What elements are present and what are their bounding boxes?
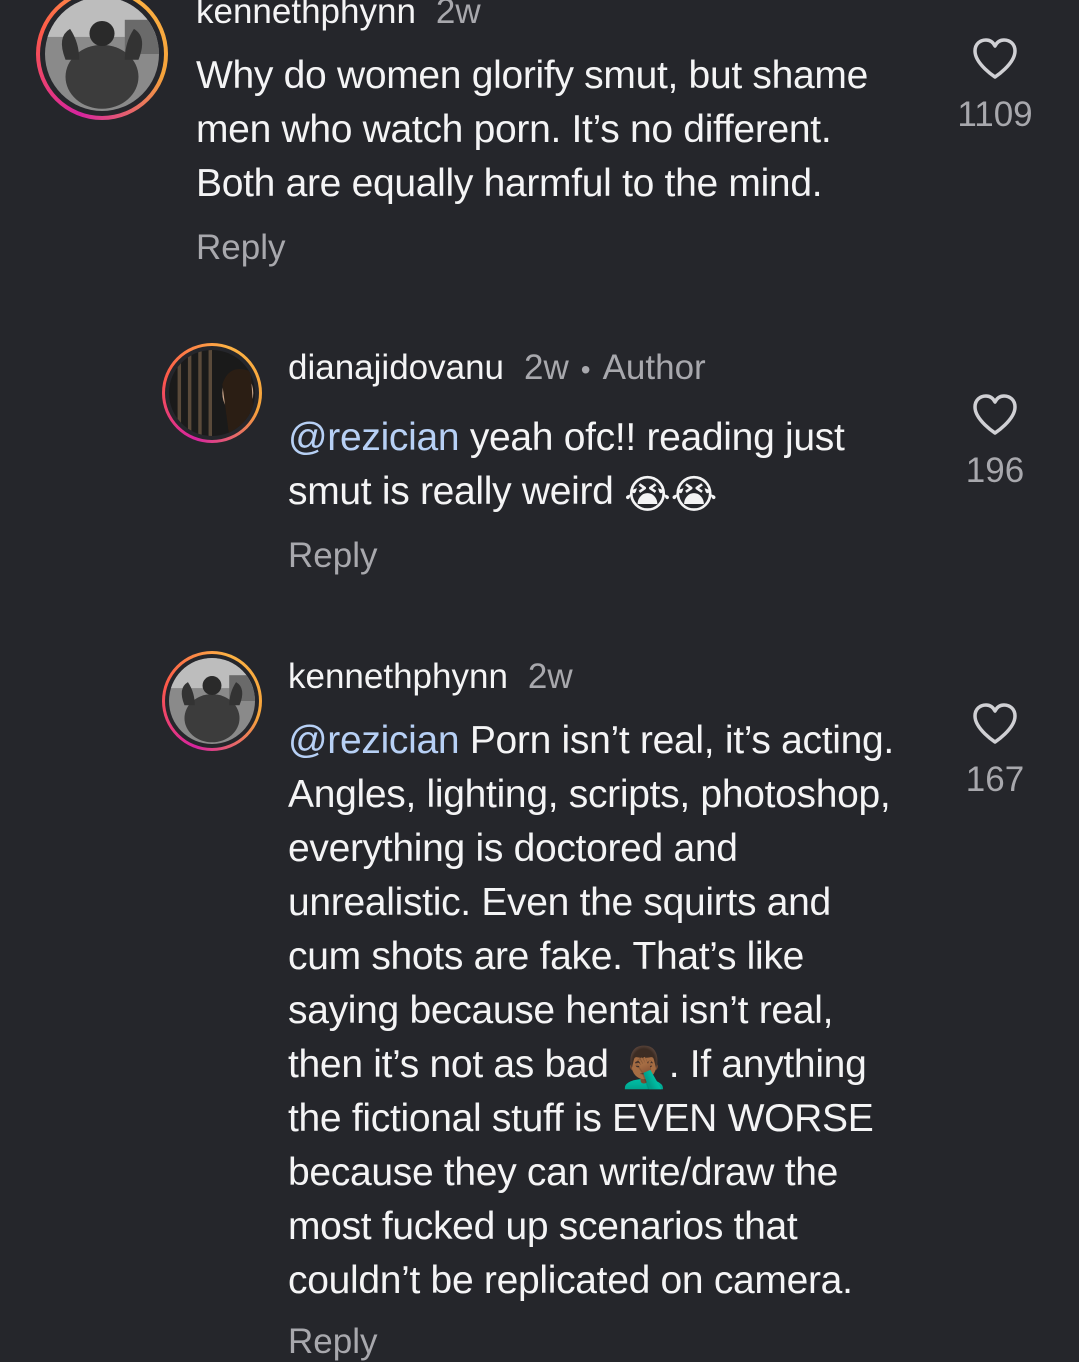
comment-text-line: unrealistic. Even the squirts and bbox=[288, 881, 831, 924]
comment-text-line: Angles, lighting, scripts, photoshop, bbox=[288, 773, 891, 816]
reply-button[interactable]: Reply bbox=[196, 228, 285, 268]
like-count: 167 bbox=[965, 760, 1025, 799]
comment-text-segment: . If anything bbox=[668, 1043, 867, 1086]
avatar[interactable] bbox=[162, 343, 262, 443]
comment-text-segment: smut is really weird bbox=[288, 470, 625, 513]
like-count: 196 bbox=[965, 451, 1025, 490]
comment-text-segment: yeah ofc!! reading just bbox=[459, 416, 845, 459]
dark-portrait-photo-icon bbox=[169, 350, 255, 436]
facepalm-emoji-icon: 🤦🏾‍♂️ bbox=[619, 1045, 669, 1091]
comment-text: Why do women glorify smut, but shame men… bbox=[196, 49, 868, 211]
comment-text-line: couldn’t be replicated on camera. bbox=[288, 1259, 853, 1302]
mention-link[interactable]: @rezician bbox=[288, 719, 460, 762]
comment-text: @rezician Porn isn’t real, it’s acting. … bbox=[288, 714, 894, 1308]
comment-text-line: cum shots are fake. That’s like bbox=[288, 935, 805, 978]
comment-text-line: the fictional stuff is EVEN WORSE bbox=[288, 1097, 874, 1140]
like-count: 1109 bbox=[957, 95, 1033, 134]
mention-link[interactable]: @rezician bbox=[288, 416, 460, 459]
heart-icon[interactable] bbox=[971, 393, 1019, 437]
comment-text-line: Both are equally harmful to the mind. bbox=[196, 162, 823, 205]
comment-text-segment: Porn isn’t real, it’s acting. bbox=[459, 719, 894, 762]
reply-button[interactable]: Reply bbox=[288, 536, 377, 576]
avatar[interactable] bbox=[36, 0, 168, 120]
timestamp: 2w bbox=[435, 0, 481, 31]
like-control: 1109 bbox=[950, 37, 1040, 135]
username[interactable]: kennethphynn bbox=[196, 0, 416, 31]
heart-icon[interactable] bbox=[971, 37, 1019, 81]
comment-text-line: everything is doctored and bbox=[288, 827, 738, 870]
username[interactable]: dianajidovanu bbox=[288, 348, 504, 387]
avatar[interactable] bbox=[162, 651, 262, 751]
crying-face-emoji-icon: 😭😭 bbox=[624, 472, 718, 518]
comment-text-segment: then it’s not as bad bbox=[288, 1043, 620, 1086]
author-badge: Author bbox=[602, 348, 706, 387]
bodybuilder-photo-icon bbox=[169, 658, 255, 744]
username[interactable]: kennethphynn bbox=[288, 657, 508, 696]
comment-text-line: most fucked up scenarios that bbox=[288, 1205, 798, 1248]
reply-button[interactable]: Reply bbox=[288, 1322, 377, 1362]
timestamp: 2w bbox=[524, 348, 569, 387]
separator-dot: • bbox=[580, 354, 591, 385]
comment-text: @rezician yeah ofc!! reading just smut i… bbox=[288, 411, 845, 519]
like-control: 167 bbox=[950, 702, 1040, 800]
heart-icon[interactable] bbox=[971, 702, 1019, 746]
comment-text-line: Why do women glorify smut, but shame bbox=[196, 54, 868, 97]
comment-text-line: men who watch porn. It’s no different. bbox=[196, 108, 832, 151]
bodybuilder-photo-icon bbox=[45, 0, 159, 111]
comment-text-line: because they can write/draw the bbox=[288, 1151, 839, 1194]
comment-text-line: saying because hentai isn’t real, bbox=[288, 989, 834, 1032]
like-control: 196 bbox=[950, 393, 1040, 491]
timestamp: 2w bbox=[527, 657, 573, 696]
